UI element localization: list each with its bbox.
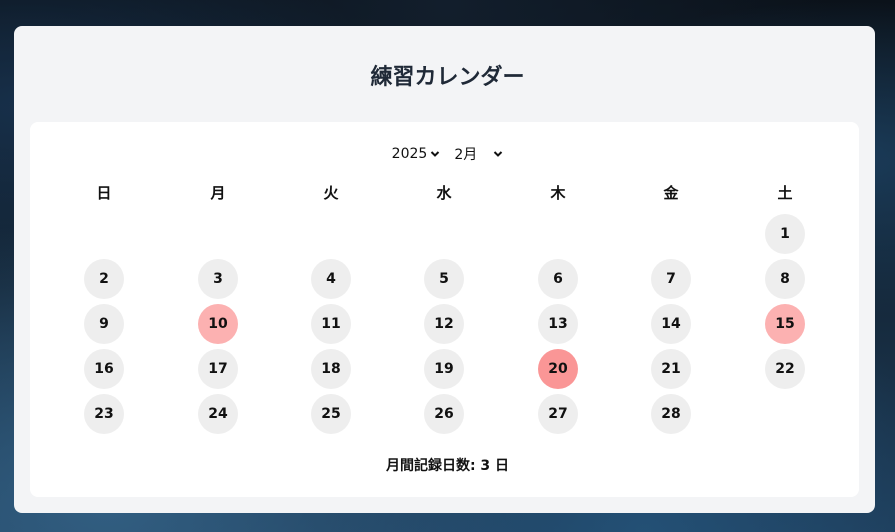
page-title: 練習カレンダー <box>370 65 525 90</box>
day-cell[interactable]: 22 <box>765 349 805 389</box>
day-cell[interactable]: 21 <box>651 349 691 389</box>
day-cell[interactable]: 16 <box>84 349 124 389</box>
day-cell[interactable]: 2 <box>84 259 124 299</box>
weekday-mon: 月 <box>210 184 226 202</box>
day-cell[interactable]: 23 <box>84 394 124 434</box>
day-cell[interactable]: 11 <box>311 304 351 344</box>
weekday-sat: 土 <box>777 184 793 202</box>
day-cell[interactable]: 7 <box>651 259 691 299</box>
day-cell[interactable]: 18 <box>311 349 351 389</box>
day-cell[interactable]: 15 <box>765 304 805 344</box>
weekday-tue: 火 <box>323 184 339 202</box>
chevron-down-icon <box>431 151 440 157</box>
year-select[interactable]: 2025 <box>392 142 441 166</box>
month-select-value: 2月 <box>454 147 478 163</box>
weekday-sun: 日 <box>96 184 112 202</box>
monthly-record-summary: 月間記録日数: 3 日 <box>385 458 510 474</box>
day-cell[interactable]: 24 <box>198 394 238 434</box>
day-cell[interactable]: 1 <box>765 214 805 254</box>
day-cell[interactable]: 3 <box>198 259 238 299</box>
day-cell[interactable]: 17 <box>198 349 238 389</box>
year-select-value: 2025 <box>391 146 428 162</box>
day-cell[interactable]: 9 <box>84 304 124 344</box>
day-cell[interactable]: 25 <box>311 394 351 434</box>
day-cell[interactable]: 19 <box>424 349 464 389</box>
day-cell[interactable]: 20 <box>538 349 578 389</box>
day-cell[interactable]: 10 <box>198 304 238 344</box>
day-cell[interactable]: 13 <box>538 304 578 344</box>
day-cell[interactable]: 14 <box>651 304 691 344</box>
weekday-thu: 木 <box>550 184 566 202</box>
day-cell[interactable]: 5 <box>424 259 464 299</box>
day-cell[interactable]: 4 <box>311 259 351 299</box>
day-cell[interactable]: 6 <box>538 259 578 299</box>
day-cell[interactable]: 26 <box>424 394 464 434</box>
chevron-down-icon <box>494 151 503 157</box>
day-cell[interactable]: 12 <box>424 304 464 344</box>
month-select[interactable]: 2月 <box>454 142 503 166</box>
day-cell[interactable]: 8 <box>765 259 805 299</box>
weekday-fri: 金 <box>663 184 679 202</box>
day-cell[interactable]: 28 <box>651 394 691 434</box>
day-cell[interactable]: 27 <box>538 394 578 434</box>
date-selectors: 2025 2月 <box>0 142 895 166</box>
weekday-wed: 水 <box>436 184 452 202</box>
